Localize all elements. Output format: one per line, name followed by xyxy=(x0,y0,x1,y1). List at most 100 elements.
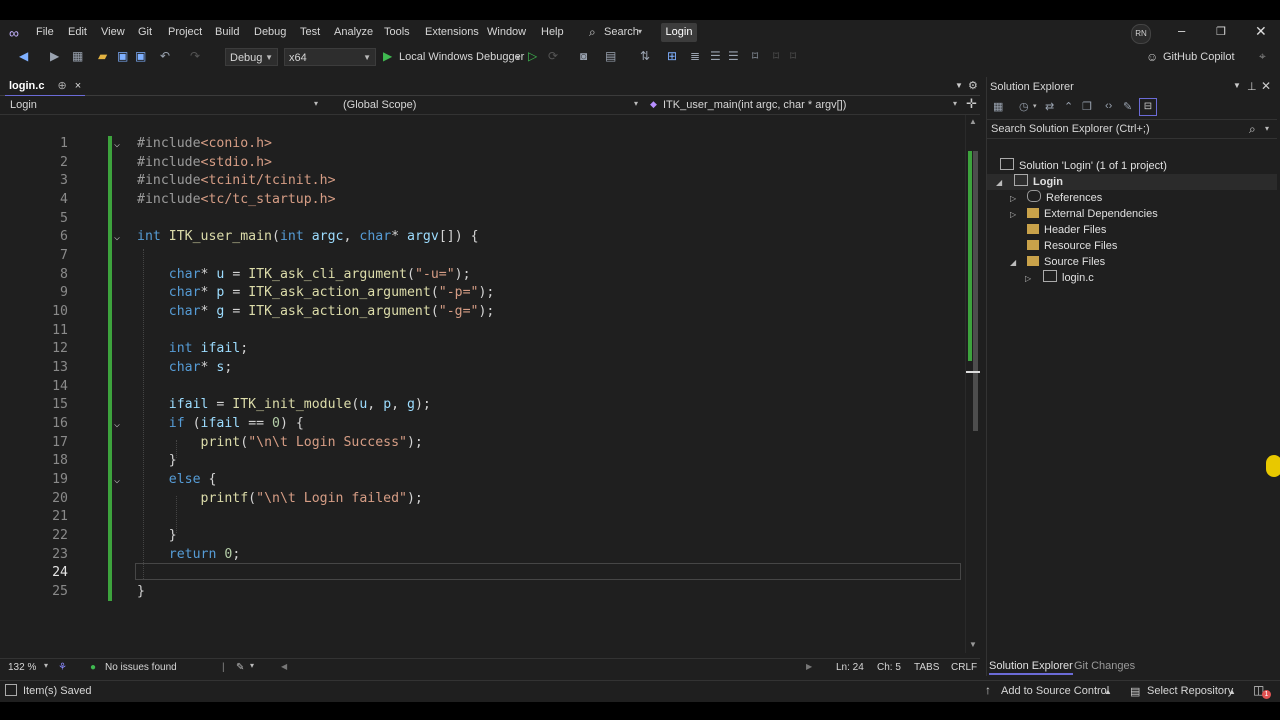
menu-git[interactable]: Git xyxy=(138,26,152,38)
outline-icon[interactable]: ⊞ xyxy=(667,49,677,63)
select-repository-button[interactable]: Select Repository xyxy=(1147,685,1233,697)
redo-icon[interactable]: ↷ xyxy=(190,49,200,63)
chevron-down-icon[interactable]: ▾ xyxy=(250,661,254,670)
output-icon[interactable] xyxy=(5,684,17,696)
platform-select[interactable]: x64 ▼ xyxy=(284,48,376,66)
camera-icon[interactable]: ◙ xyxy=(580,49,587,63)
collapse-icon[interactable]: ⌵ xyxy=(114,232,120,243)
scrollbar-thumb[interactable] xyxy=(973,151,978,431)
menu-test[interactable]: Test xyxy=(300,26,320,38)
close-tab-icon[interactable]: × xyxy=(75,80,81,92)
diagnostics-icon[interactable]: ≣ xyxy=(690,49,700,63)
menu-analyze[interactable]: Analyze xyxy=(334,26,373,38)
settings-icon[interactable]: ⚙ xyxy=(968,79,978,92)
chevron-down-icon[interactable]: ▾ xyxy=(1033,102,1037,110)
preview-icon[interactable]: ⊟ xyxy=(1139,98,1157,116)
chevron-down-icon[interactable]: ▾ xyxy=(1265,120,1269,138)
menu-help[interactable]: Help xyxy=(541,26,564,38)
collapse-icon[interactable]: ⌵ xyxy=(114,139,120,150)
expanded-arrow-icon[interactable]: ◢ xyxy=(1010,258,1016,267)
tab-login-c[interactable]: login.c ⊕ × xyxy=(5,77,86,97)
chevron-up-icon[interactable]: ▲ xyxy=(1104,687,1112,696)
add-to-source-control-button[interactable]: Add to Source Control xyxy=(1001,685,1109,697)
collapse-all-icon[interactable]: ⌃ xyxy=(1064,100,1073,113)
bookmark-icon[interactable]: ⌑ xyxy=(752,49,758,63)
editor-vertical-scrollbar[interactable]: ▲ ▼ xyxy=(965,115,981,653)
indent-mode[interactable]: TABS xyxy=(914,662,939,673)
collapsed-arrow-icon[interactable]: ▷ xyxy=(1010,210,1016,219)
back-icon[interactable]: ◀ xyxy=(19,49,28,63)
chevron-down-icon[interactable]: ▾ xyxy=(953,99,957,108)
menu-file[interactable]: File xyxy=(36,26,54,38)
scroll-down-icon[interactable]: ▼ xyxy=(969,640,977,649)
line-ending[interactable]: CRLF xyxy=(951,662,977,673)
show-all-files-icon[interactable]: ❐ xyxy=(1082,100,1092,113)
tab-overflow-icon[interactable]: ▼ xyxy=(955,81,963,90)
menu-project[interactable]: Project xyxy=(168,26,202,38)
open-folder-icon[interactable]: ▰ xyxy=(98,49,107,63)
line-indicator[interactable]: Ln: 24 xyxy=(836,662,864,673)
scroll-right-icon[interactable]: ▶ xyxy=(806,662,812,671)
menu-window[interactable]: Window xyxy=(487,26,526,38)
split-icon[interactable]: ✛ xyxy=(966,96,977,112)
layout-icon[interactable]: ▤ xyxy=(605,49,616,63)
save-all-icon[interactable]: ▣ xyxy=(135,49,146,63)
switch-views-icon[interactable]: ▦ xyxy=(993,100,1003,113)
references-node[interactable]: References xyxy=(1027,190,1102,206)
configuration-select[interactable]: Debug ▼ xyxy=(225,48,278,66)
properties-icon[interactable]: ✎ xyxy=(1123,100,1132,113)
collapse-icon[interactable]: ⌵ xyxy=(114,475,120,486)
search-input[interactable]: Search Solution Explorer (Ctrl+;) ⌕ ▾ xyxy=(987,119,1277,139)
play-icon[interactable]: ▶ xyxy=(383,49,392,63)
save-icon[interactable]: ▣ xyxy=(117,49,128,63)
search-button[interactable]: Search xyxy=(604,26,639,38)
minimize-icon[interactable]: – xyxy=(1178,23,1185,38)
code-editor[interactable]: 1 2 3 4 5 6 7 8 9 10 11 12 13 14 15 16 1… xyxy=(0,115,965,653)
step-icon[interactable]: ⇅ xyxy=(640,49,650,63)
external-dependencies-node[interactable]: External Dependencies xyxy=(1027,206,1158,222)
scroll-left-icon[interactable]: ◀ xyxy=(281,662,287,671)
file-node-login-c[interactable]: login.c xyxy=(1043,270,1094,286)
tab-git-changes[interactable]: Git Changes xyxy=(1074,660,1135,672)
collapse-icon[interactable]: ⌵ xyxy=(114,419,120,430)
chevron-down-icon[interactable]: ▾ xyxy=(516,53,520,62)
close-window-icon[interactable]: ✕ xyxy=(1255,23,1267,40)
collapsed-arrow-icon[interactable]: ▷ xyxy=(1010,194,1016,203)
chevron-down-icon[interactable]: ▼ xyxy=(1233,81,1241,90)
code-cleanup-icon[interactable]: ✎ xyxy=(236,662,244,673)
forward-icon[interactable]: ▶ xyxy=(50,49,59,63)
bookmark-next-icon[interactable]: ⌑ xyxy=(790,49,796,63)
code-view-icon[interactable]: ‹› xyxy=(1105,100,1112,112)
menu-build[interactable]: Build xyxy=(215,26,239,38)
pin-icon[interactable]: ⌖ xyxy=(1259,49,1266,64)
project-node[interactable]: Login xyxy=(1014,174,1063,190)
tab-solution-explorer[interactable]: Solution Explorer xyxy=(989,660,1073,675)
close-icon[interactable]: ✕ xyxy=(1261,79,1271,93)
chevron-up-icon[interactable]: ▲ xyxy=(1228,687,1236,696)
chevron-down-icon[interactable]: ▾ xyxy=(44,661,48,670)
hot-reload-icon[interactable]: ⟳ xyxy=(548,49,558,63)
expanded-arrow-icon[interactable]: ◢ xyxy=(996,178,1002,187)
scope-dropdown[interactable]: (Global Scope) xyxy=(343,97,416,113)
chevron-down-icon[interactable]: ▾ xyxy=(634,99,638,108)
scroll-up-icon[interactable]: ▲ xyxy=(969,117,977,126)
github-copilot-button[interactable]: GitHub Copilot xyxy=(1163,51,1235,63)
health-icon[interactable]: ⚘ xyxy=(58,662,67,673)
menu-tools[interactable]: Tools xyxy=(384,26,410,38)
menu-extensions[interactable]: Extensions xyxy=(425,26,479,38)
zoom-level[interactable]: 132 % xyxy=(8,662,36,673)
align-right-icon[interactable]: ☰ xyxy=(728,49,739,63)
pin-icon[interactable]: ⊥ xyxy=(1247,80,1257,93)
solution-node[interactable]: Solution 'Login' (1 of 1 project) xyxy=(1000,158,1167,174)
start-debugger-button[interactable]: Local Windows Debugger xyxy=(399,51,524,63)
align-left-icon[interactable]: ☰ xyxy=(710,49,721,63)
restore-icon[interactable]: ❐ xyxy=(1216,25,1226,38)
collapsed-arrow-icon[interactable]: ▷ xyxy=(1025,274,1031,283)
menu-debug[interactable]: Debug xyxy=(254,26,286,38)
pin-icon[interactable]: ⊕ xyxy=(58,80,67,92)
header-files-node[interactable]: Header Files xyxy=(1027,222,1106,238)
issues-status[interactable]: No issues found xyxy=(105,662,177,673)
new-project-icon[interactable]: ▦ xyxy=(72,49,83,63)
column-indicator[interactable]: Ch: 5 xyxy=(877,662,901,673)
chevron-down-icon[interactable]: ▾ xyxy=(314,99,318,108)
